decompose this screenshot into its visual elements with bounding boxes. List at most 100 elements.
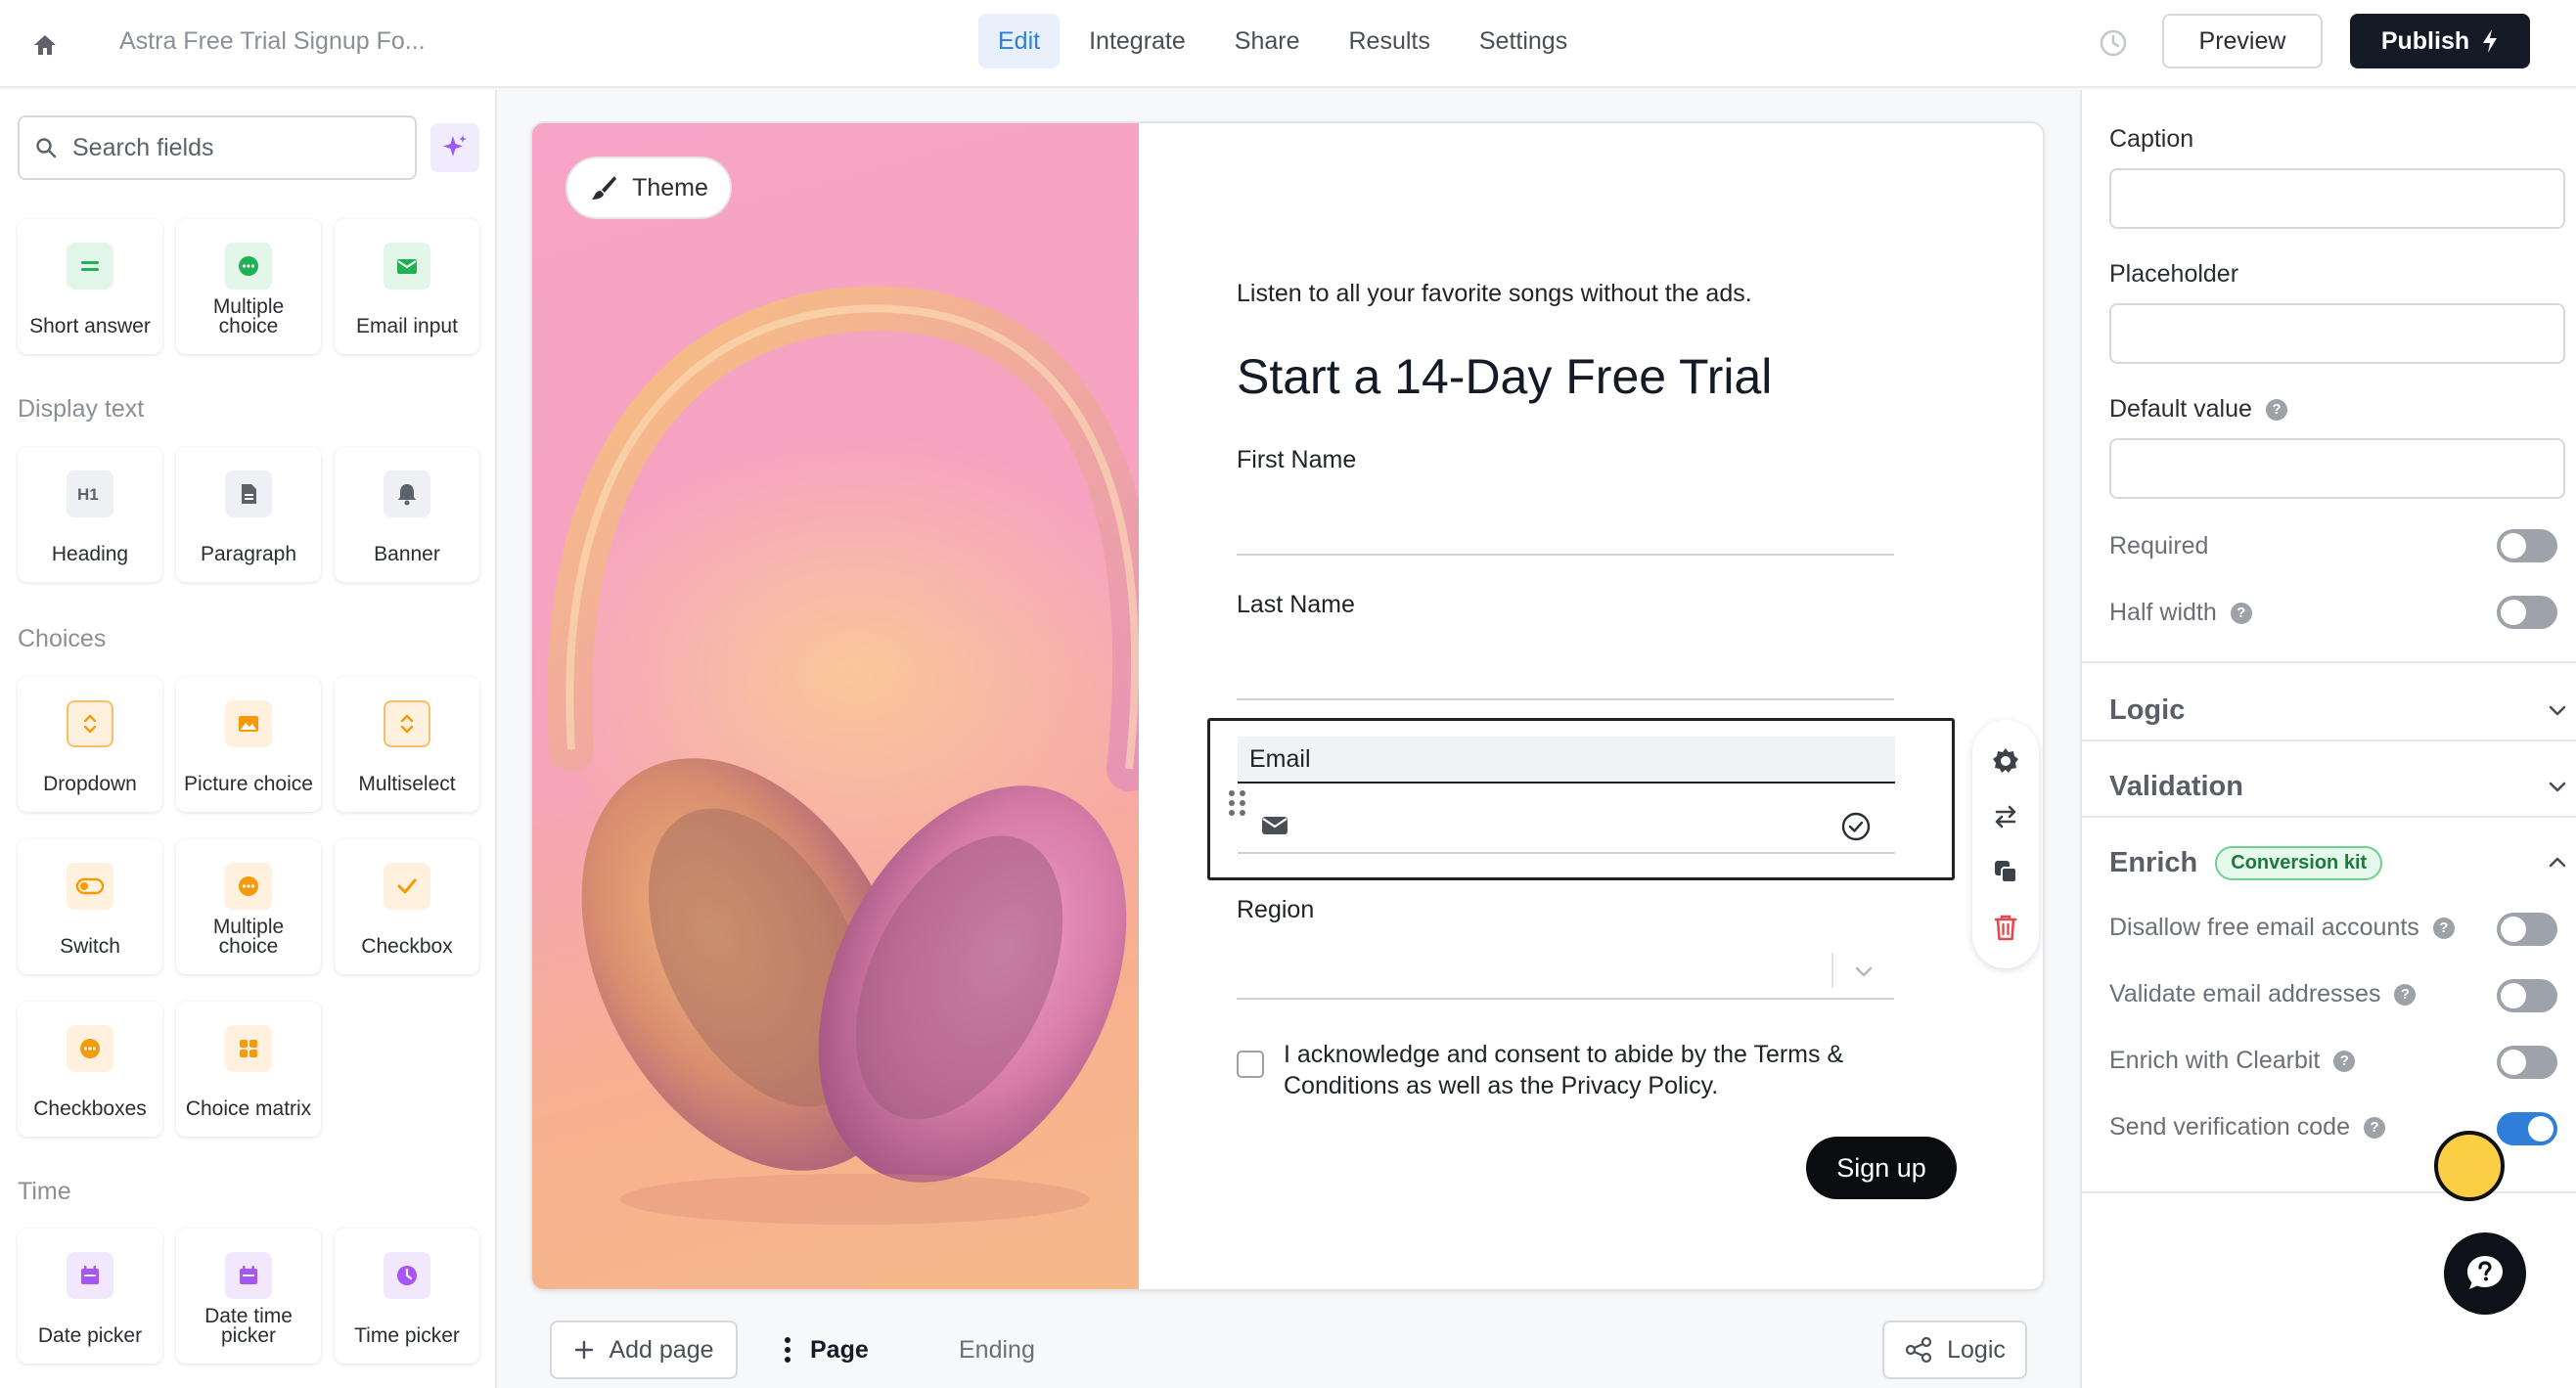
form-tagline[interactable]: Listen to all your favorite songs withou…	[1237, 280, 1752, 308]
first-name-field[interactable]	[1237, 554, 1894, 556]
field-card-checkbox[interactable]: Checkbox	[335, 839, 479, 974]
enrich-clearbit-toggle[interactable]	[2497, 1046, 2557, 1079]
swap-icon[interactable]	[1986, 797, 2025, 836]
home-icon[interactable]	[25, 25, 65, 65]
tab-results[interactable]: Results	[1330, 14, 1450, 68]
validation-section-title: Validation	[2109, 770, 2243, 802]
field-settings-panel: Caption Placeholder Default value ? Requ…	[2080, 90, 2576, 1388]
help-chat-button[interactable]	[2444, 1232, 2526, 1315]
field-card-multiple-choice-2[interactable]: Multiple choice	[176, 839, 321, 974]
field-card-choice-matrix[interactable]: Choice matrix	[176, 1002, 321, 1137]
field-card-multiple-choice[interactable]: Multiple choice	[176, 219, 321, 354]
logic-button[interactable]: Logic	[1882, 1321, 2027, 1379]
default-value-input[interactable]	[2109, 438, 2565, 499]
preview-button[interactable]: Preview	[2162, 14, 2323, 68]
field-card-paragraph[interactable]: Paragraph	[176, 447, 321, 582]
field-card-dropdown[interactable]: Dropdown	[18, 677, 162, 812]
share-nodes-icon	[1906, 1336, 1932, 1364]
email-input[interactable]	[1238, 797, 1895, 854]
page-tab[interactable]: Page	[783, 1321, 869, 1379]
field-card-time-picker[interactable]: Time picker	[335, 1229, 479, 1364]
sign-up-button[interactable]: Sign up	[1806, 1137, 1957, 1199]
email-label[interactable]: Email	[1238, 737, 1895, 784]
logic-label: Logic	[1947, 1335, 2006, 1364]
email-field-selected[interactable]: Email	[1207, 718, 1955, 880]
help-icon[interactable]: ?	[2394, 983, 2417, 1006]
field-card-short-answer[interactable]: Short answer	[18, 219, 162, 354]
history-icon[interactable]	[2096, 25, 2131, 61]
field-card-switch[interactable]: Switch	[18, 839, 162, 974]
duplicate-icon[interactable]	[1986, 852, 2025, 891]
gear-icon[interactable]	[1986, 741, 2025, 781]
region-select[interactable]	[1237, 943, 1894, 1000]
consent-text[interactable]: I acknowledge and consent to abide by th…	[1284, 1039, 1910, 1101]
validate-email-label: Validate email addresses ?	[2109, 980, 2417, 1008]
card-label: Choice matrix	[185, 1097, 312, 1120]
tab-settings[interactable]: Settings	[1460, 14, 1587, 68]
lightning-icon	[2483, 29, 2498, 53]
search-fields-input[interactable]	[72, 133, 385, 162]
ai-sparkle-button[interactable]	[430, 123, 479, 172]
help-icon[interactable]: ?	[2230, 602, 2252, 624]
disallow-free-email-label: Disallow free email accounts ?	[2109, 914, 2455, 942]
form-title[interactable]: Astra Free Trial Signup Fo...	[119, 27, 426, 56]
theme-button[interactable]: Theme	[565, 157, 732, 219]
half-width-toggle[interactable]	[2497, 596, 2557, 629]
field-card-banner[interactable]: Banner	[335, 447, 479, 582]
validate-email-toggle[interactable]	[2497, 979, 2557, 1012]
tab-share[interactable]: Share	[1215, 14, 1320, 68]
card-label: Time picker	[354, 1324, 460, 1347]
placeholder-label-text: Placeholder	[2109, 260, 2239, 288]
last-name-label[interactable]: Last Name	[1237, 591, 1355, 619]
search-box[interactable]	[18, 115, 417, 180]
field-card-date-time-picker[interactable]: Date time picker	[176, 1229, 321, 1364]
tab-integrate[interactable]: Integrate	[1069, 14, 1205, 68]
more-vertical-icon[interactable]	[783, 1335, 792, 1365]
consent-checkbox[interactable]	[1237, 1051, 1264, 1078]
field-toolbar	[1972, 720, 2039, 968]
calendar-icon	[67, 1252, 113, 1299]
card-label: Dropdown	[43, 773, 137, 795]
field-card-email-input[interactable]: Email input	[335, 219, 479, 354]
tab-edit[interactable]: Edit	[978, 14, 1061, 68]
ending-tab[interactable]: Ending	[959, 1321, 1035, 1379]
required-toggle[interactable]	[2497, 529, 2557, 562]
field-card-heading[interactable]: H1 Heading	[18, 447, 162, 582]
send-verification-toggle[interactable]	[2497, 1112, 2557, 1145]
trash-icon[interactable]	[1986, 908, 2025, 947]
placeholder-label: Placeholder	[2109, 260, 2238, 289]
field-card-picture-choice[interactable]: Picture choice	[176, 677, 321, 812]
placeholder-input[interactable]	[2109, 303, 2565, 364]
last-name-field[interactable]	[1237, 698, 1894, 700]
help-icon[interactable]: ?	[2363, 1116, 2385, 1139]
toggle-knob	[2528, 1116, 2553, 1142]
bell-icon	[384, 470, 430, 517]
form-heading[interactable]: Start a 14-Day Free Trial	[1237, 348, 1772, 405]
enrich-section-header[interactable]: Enrich Conversion kit	[2109, 833, 2569, 892]
card-label: Date picker	[37, 1324, 143, 1347]
short-answer-icon	[67, 243, 113, 290]
heading-icon: H1	[67, 470, 113, 517]
default-value-label: Default value ?	[2109, 395, 2287, 424]
chevron-down-icon	[2549, 782, 2566, 792]
logic-section-header[interactable]: Logic	[2109, 681, 2569, 739]
help-icon[interactable]: ?	[2265, 398, 2287, 421]
caption-input[interactable]	[2109, 168, 2565, 229]
first-name-label[interactable]: First Name	[1237, 446, 1356, 474]
field-card-date-picker[interactable]: Date picker	[18, 1229, 162, 1364]
validation-section-header[interactable]: Validation	[2109, 757, 2569, 816]
field-card-checkboxes[interactable]: Checkboxes	[18, 1002, 162, 1137]
field-card-multiselect[interactable]: Multiselect	[335, 677, 479, 812]
caption-label: Caption	[2109, 125, 2193, 154]
help-icon[interactable]: ?	[2333, 1050, 2356, 1072]
divider	[2082, 661, 2576, 663]
divider	[2082, 816, 2576, 818]
region-label[interactable]: Region	[1237, 896, 1314, 924]
publish-button[interactable]: Publish	[2350, 14, 2530, 68]
card-label: Multiple choice	[212, 916, 285, 958]
check-circle-icon	[1841, 812, 1871, 841]
help-icon[interactable]: ?	[2432, 917, 2455, 939]
add-page-button[interactable]: Add page	[550, 1321, 738, 1379]
chevron-down-icon	[1855, 966, 1873, 977]
disallow-free-email-toggle[interactable]	[2497, 913, 2557, 946]
